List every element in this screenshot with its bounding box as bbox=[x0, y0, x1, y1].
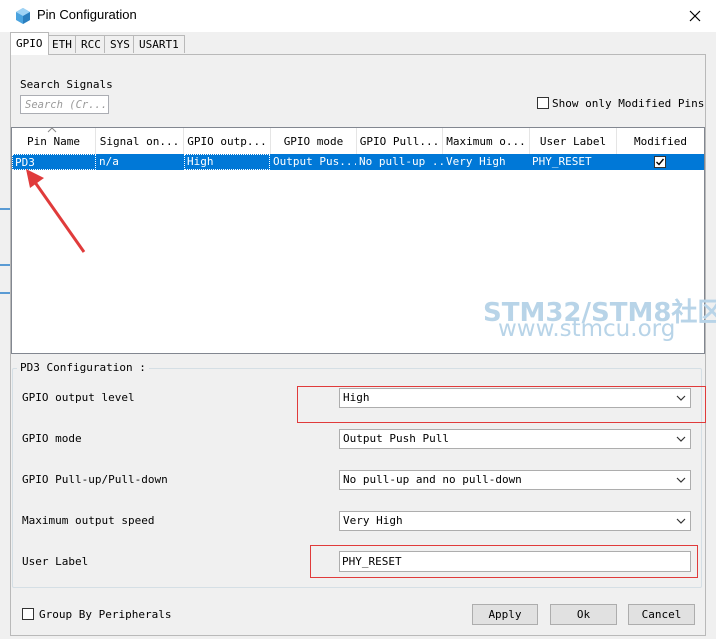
label-gpio-mode: GPIO mode bbox=[22, 432, 82, 445]
table-cell-user-label[interactable]: PHY_RESET bbox=[530, 154, 616, 170]
cancel-button[interactable]: Cancel bbox=[628, 604, 695, 625]
tab-sys[interactable]: SYS bbox=[104, 35, 136, 53]
column-header-pull[interactable]: GPIO Pull... bbox=[357, 128, 443, 154]
watermark-url: www.stmcu.org bbox=[498, 316, 676, 342]
tab-usart1[interactable]: USART1 bbox=[133, 35, 185, 53]
table-cell-output-level[interactable]: High bbox=[185, 154, 270, 170]
tab-eth[interactable]: ETH bbox=[46, 35, 78, 53]
checkmark-icon bbox=[656, 158, 665, 166]
table-cell-gpio-mode[interactable]: Output Pus... bbox=[271, 154, 356, 170]
max-speed-value: Very High bbox=[343, 514, 403, 527]
search-input[interactable]: Search (Cr... bbox=[20, 95, 109, 114]
apply-button[interactable]: Apply bbox=[472, 604, 538, 625]
max-speed-select[interactable]: Very High bbox=[339, 511, 691, 531]
group-by-peripherals-checkbox[interactable] bbox=[22, 608, 34, 620]
chevron-down-icon bbox=[672, 512, 690, 530]
column-header-signal[interactable]: Signal on... bbox=[96, 128, 184, 154]
annotation-highlight-box bbox=[310, 545, 698, 578]
modified-checkbox[interactable] bbox=[654, 156, 666, 168]
table-cell-signal[interactable]: n/a bbox=[97, 154, 183, 170]
column-header-modified[interactable]: Modified bbox=[617, 128, 704, 154]
close-button[interactable] bbox=[676, 2, 714, 30]
show-only-modified-label: Show only Modified Pins bbox=[552, 97, 705, 110]
window-title: Pin Configuration bbox=[37, 7, 137, 22]
pull-select[interactable]: No pull-up and no pull-down bbox=[339, 470, 691, 490]
close-icon bbox=[689, 10, 701, 22]
annotation-arrow-icon bbox=[26, 169, 86, 253]
table-cell-max-speed[interactable]: Very High bbox=[444, 154, 530, 170]
table-cell-pull[interactable]: No pull-up ... bbox=[357, 154, 443, 170]
group-by-peripherals-label: Group By Peripherals bbox=[39, 608, 172, 621]
gpio-mode-select[interactable]: Output Push Pull bbox=[339, 429, 691, 449]
column-header-output-level[interactable]: GPIO outp... bbox=[184, 128, 271, 154]
gpio-mode-value: Output Push Pull bbox=[343, 432, 449, 445]
window-edge bbox=[0, 292, 10, 294]
window-edge bbox=[0, 208, 10, 210]
chevron-down-icon bbox=[672, 471, 690, 489]
ok-button[interactable]: Ok bbox=[550, 604, 617, 625]
search-label: Search Signals bbox=[20, 78, 113, 91]
annotation-highlight-box bbox=[297, 386, 706, 423]
label-max-speed: Maximum output speed bbox=[22, 514, 155, 527]
window-edge bbox=[0, 264, 10, 266]
label-user-label: User Label bbox=[22, 555, 89, 568]
column-header-gpio-mode[interactable]: GPIO mode bbox=[271, 128, 357, 154]
show-only-modified-checkbox[interactable] bbox=[537, 97, 549, 109]
column-header-max-speed[interactable]: Maximum o... bbox=[443, 128, 530, 154]
label-pull: GPIO Pull-up/Pull-down bbox=[22, 473, 168, 486]
pull-value: No pull-up and no pull-down bbox=[343, 473, 522, 486]
tab-gpio[interactable]: GPIO bbox=[10, 32, 49, 55]
cube-icon bbox=[16, 8, 30, 24]
configuration-title: PD3 Configuration : bbox=[17, 361, 149, 374]
column-header-user-label[interactable]: User Label bbox=[530, 128, 617, 154]
sort-ascending-icon bbox=[47, 127, 57, 133]
chevron-down-icon bbox=[672, 430, 690, 448]
tab-rcc[interactable]: RCC bbox=[75, 35, 107, 53]
label-output-level: GPIO output level bbox=[22, 391, 135, 404]
